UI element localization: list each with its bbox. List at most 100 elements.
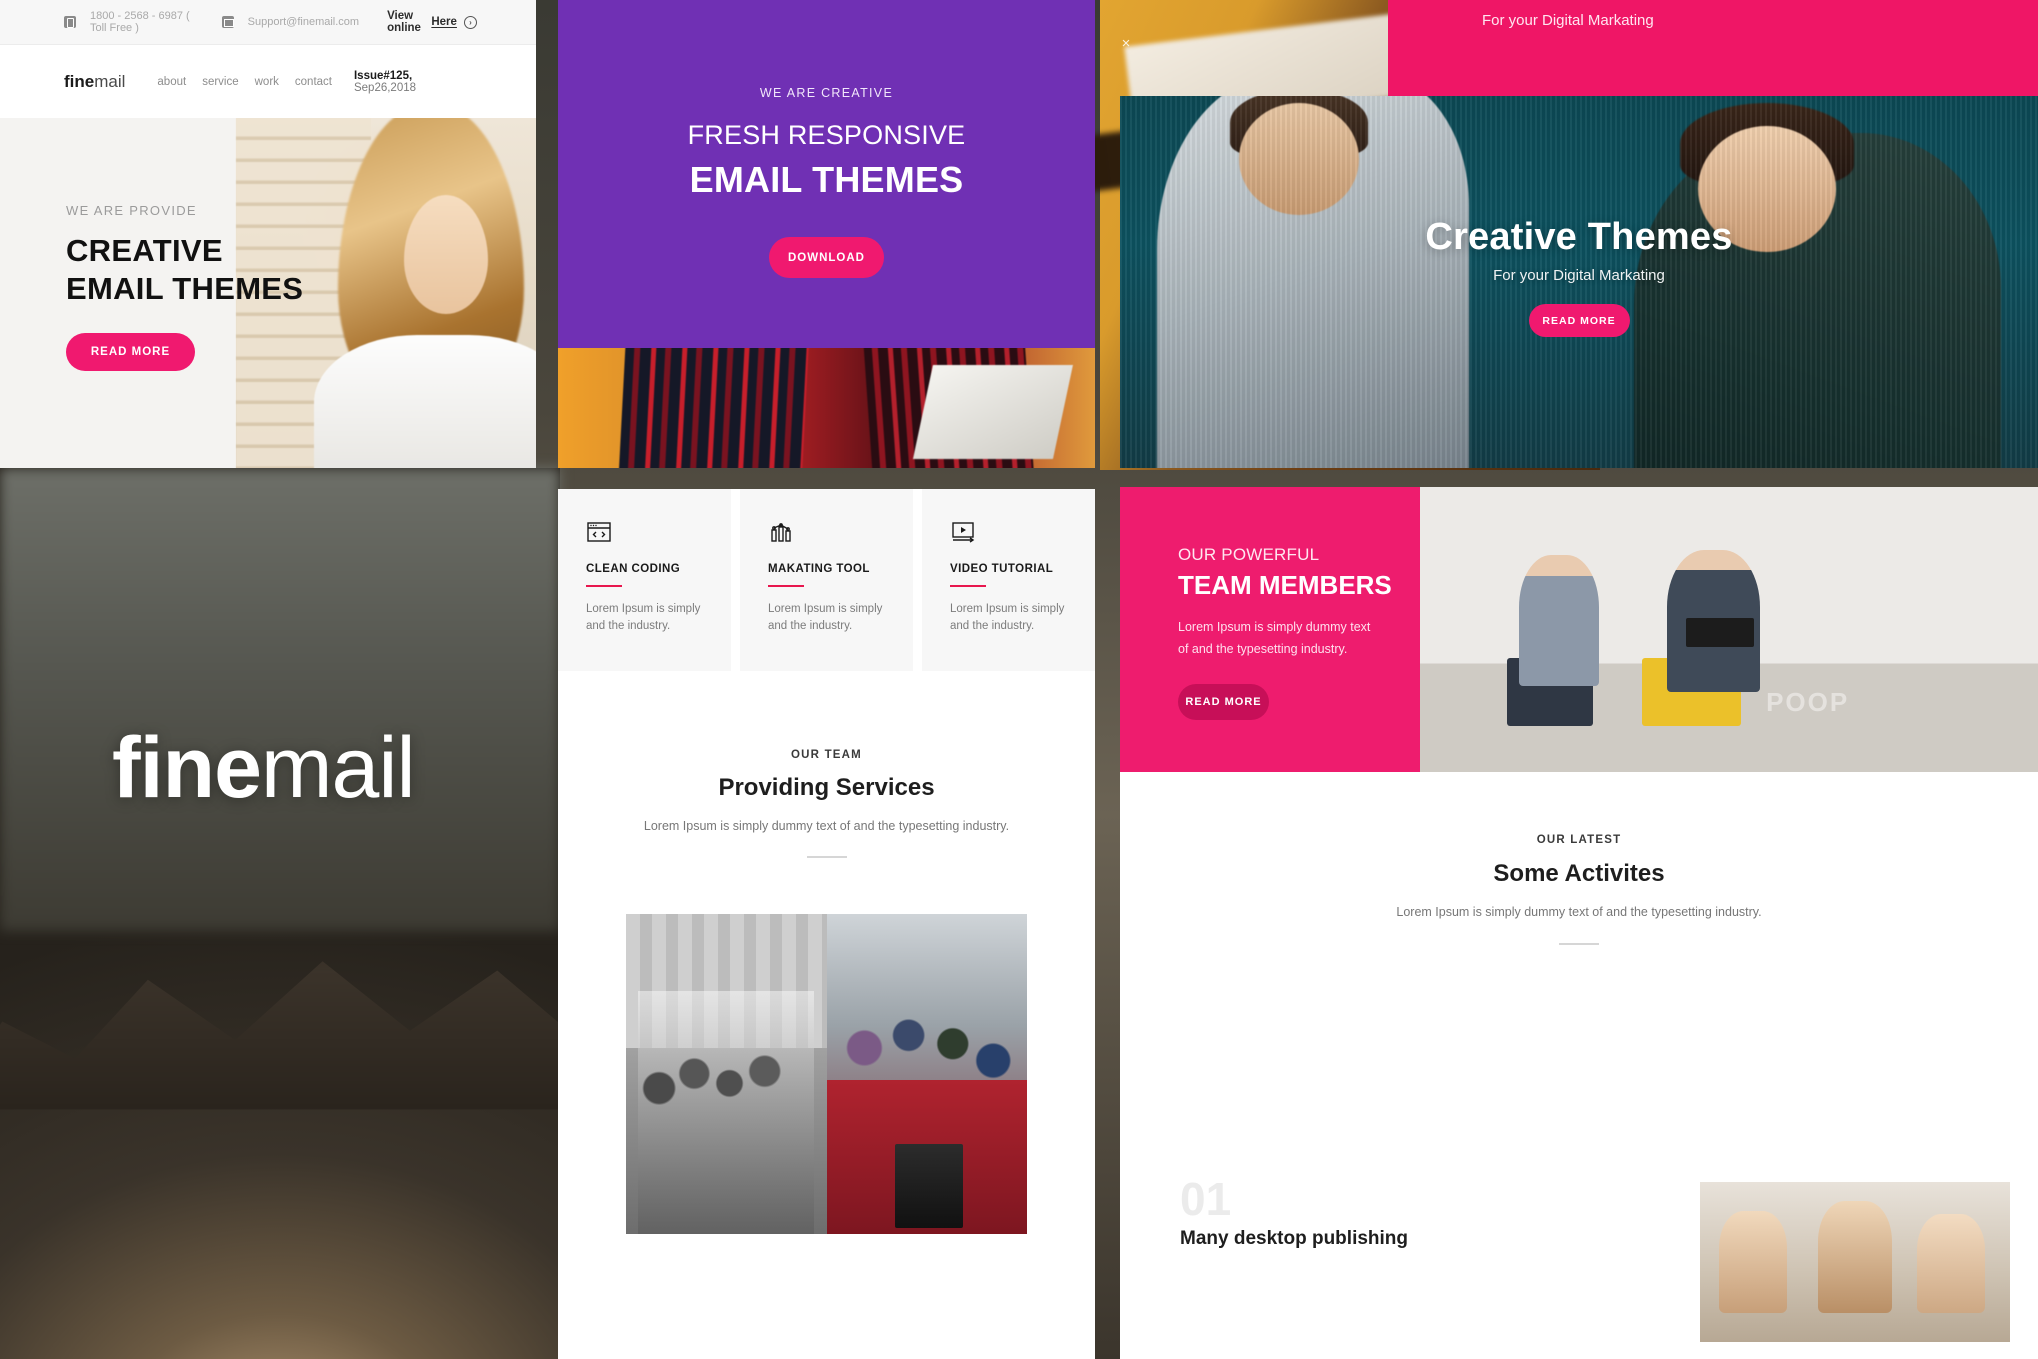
service-card-title: VIDEO TUTORIAL	[950, 563, 1054, 575]
logo-bold: fine	[64, 71, 95, 91]
team-group-photo	[626, 914, 1027, 1234]
read-more-button[interactable]: READ MORE	[66, 332, 195, 371]
preview1-topbar: 1800 - 2568 - 6987 ( Toll Free ) Support…	[0, 0, 536, 45]
team-kicker: OUR POWERFUL	[1178, 545, 1320, 564]
nav-link-contact[interactable]: contact	[295, 76, 332, 88]
activity-number: 01	[1180, 1173, 1232, 1225]
service-card-rule	[586, 585, 622, 587]
service-cards: CLEAN CODING Lorem Ipsum is simply and t…	[558, 489, 1095, 671]
activity-title: Many desktop publishing	[1180, 1228, 1409, 1249]
activities-kicker: OUR LATEST	[1536, 834, 1622, 846]
service-card-desc: Lorem Ipsum is simply and the industry.	[950, 603, 1065, 632]
photo-watermark: POOP	[1766, 686, 1850, 717]
video-play-icon	[950, 519, 976, 545]
bar-chart-icon	[768, 519, 794, 545]
issue-number: Issue#125,	[353, 69, 413, 82]
backdrop-brand-watermark: finemail	[112, 725, 416, 811]
hero-title-line2: EMAIL THEMES	[66, 270, 304, 306]
download-button[interactable]: DOWNLOAD	[769, 237, 884, 278]
photo-laptop	[913, 364, 1073, 459]
overlay-title: Themes	[1478, 0, 1693, 3]
preview2-hero: WE ARE CREATIVE FRESH RESPONSIVE EMAIL T…	[558, 0, 1095, 278]
team-heading: TEAM MEMBERS	[1178, 570, 1392, 600]
hero-title: CREATIVE EMAIL THEMES	[66, 232, 536, 308]
team-paragraph: Lorem Ipsum is simply dummy text of and …	[1178, 620, 1371, 656]
hero-title: Creative Themes	[1425, 216, 1733, 258]
section-kicker: OUR TEAM	[791, 749, 862, 761]
preview1-navbar: finemail about service work contact Issu…	[0, 45, 536, 118]
section-paragraph: Lorem Ipsum is simply dummy text of and …	[643, 819, 1010, 833]
issue-date: Sep26,2018	[353, 81, 417, 94]
preview1-nav-links: about service work contact	[157, 76, 332, 88]
view-online-here[interactable]: Here	[431, 16, 457, 28]
issue-label: Issue#125, Sep26,2018	[354, 70, 472, 94]
overlay-subtitle: For your Digital Markating	[1482, 12, 1654, 29]
hero-copy: WE ARE PROVIDE CREATIVE EMAIL THEMES REA…	[0, 118, 536, 371]
logo-finemail[interactable]: finemail	[64, 72, 125, 92]
activities-header: OUR LATEST Some Activites Lorem Ipsum is…	[1120, 772, 2038, 945]
activities-heading: Some Activites	[1493, 860, 1665, 887]
topbar-phone-text: 1800 - 2568 - 6987 ( Toll Free )	[90, 10, 190, 34]
service-card[interactable]: MAKATING TOOL Lorem Ipsum is simply and …	[740, 489, 913, 671]
hero-title-line2: EMAIL THEMES	[689, 159, 964, 200]
thumb-person-2	[1817, 1201, 1893, 1314]
read-more-button[interactable]: READ MORE	[1178, 683, 1269, 720]
logo-light: mail	[94, 71, 126, 91]
service-card-rule	[950, 585, 986, 587]
hero-kicker: WE ARE CREATIVE	[759, 86, 894, 100]
thumb-person-3	[1917, 1214, 1986, 1314]
watermark-light: mail	[260, 720, 416, 816]
service-card-desc: Lorem Ipsum is simply and the industry.	[586, 603, 701, 632]
service-card[interactable]: CLEAN CODING Lorem Ipsum is simply and t…	[558, 489, 731, 671]
close-icon[interactable]: ×	[1118, 36, 1134, 52]
service-card-title: MAKATING TOOL	[768, 563, 870, 575]
hero-title-line1: CREATIVE	[66, 233, 223, 268]
service-card-title: CLEAN CODING	[586, 563, 681, 575]
email-preview-left: 1800 - 2568 - 6987 ( Toll Free ) Support…	[0, 0, 536, 468]
read-more-button[interactable]: READ MORE	[1528, 304, 1630, 337]
code-window-icon	[586, 519, 612, 545]
topbar-email-text: Support@finemail.com	[247, 16, 360, 28]
providing-services-section: OUR TEAM Providing Services Lorem Ipsum …	[558, 671, 1095, 858]
email-preview-activities: OUR LATEST Some Activites Lorem Ipsum is…	[1120, 772, 2038, 1359]
section-divider	[806, 856, 847, 858]
team-photo-bw-half	[626, 914, 827, 1234]
mail-icon	[221, 16, 234, 28]
activity-list-item[interactable]: 01 Many desktop publishing	[1180, 1176, 1600, 1250]
preview1-hero: WE ARE PROVIDE CREATIVE EMAIL THEMES REA…	[0, 118, 536, 468]
photo-person-standing	[1518, 555, 1600, 687]
email-preview-center-services: CLEAN CODING Lorem Ipsum is simply and t…	[558, 489, 1095, 1359]
service-card[interactable]: VIDEO TUTORIAL Lorem Ipsum is simply and…	[922, 489, 1095, 671]
hero-subtitle: For your Digital Markating	[1493, 267, 1665, 284]
activities-divider	[1559, 942, 1599, 945]
nav-link-work[interactable]: work	[255, 76, 279, 88]
nav-link-about[interactable]: about	[157, 76, 186, 88]
team-pink-block: OUR POWERFUL TEAM MEMBERS Lorem Ipsum is…	[1120, 487, 1420, 772]
team-photo-laptop	[894, 1144, 963, 1228]
service-card-desc: Lorem Ipsum is simply and the industry.	[768, 603, 883, 632]
watermark-bold: fine	[112, 720, 262, 816]
photo-plaid-shirt-left	[617, 348, 810, 468]
screenshot-stage: finemail 1800 - 2568 - 6987 ( Toll Free …	[0, 0, 2038, 1359]
backdrop-mountain-photo	[0, 468, 560, 1359]
activity-thumbnail-photo	[1700, 1182, 2010, 1342]
preview3-hero-copy: Creative Themes For your Digital Markati…	[1120, 216, 2038, 337]
activities-paragraph: Lorem Ipsum is simply dummy text of and …	[1396, 905, 1762, 919]
email-preview-right-teal: Creative Themes For your Digital Markati…	[1120, 96, 2038, 468]
chevron-right-circle-icon: ›	[463, 15, 477, 29]
team-photo-office: POOP	[1420, 487, 2038, 772]
view-online-label: View online	[387, 10, 421, 34]
hero-kicker: WE ARE PROVIDE	[66, 203, 197, 218]
hero-title-line1: FRESH RESPONSIVE	[687, 120, 966, 150]
service-card-rule	[768, 585, 804, 587]
email-preview-team-members: OUR POWERFUL TEAM MEMBERS Lorem Ipsum is…	[1120, 487, 2038, 772]
preview2-photo-strip	[558, 348, 1095, 468]
nav-link-service[interactable]: service	[202, 76, 238, 88]
pink-overlay-banner: Themes For your Digital Markating	[1388, 0, 2038, 96]
team-photo-color-half	[826, 914, 1027, 1234]
thumb-person-1	[1718, 1210, 1787, 1314]
view-online-link[interactable]: View online Here ›	[387, 10, 477, 34]
photo-laptop	[1685, 618, 1754, 647]
section-heading: Providing Services	[718, 774, 935, 801]
phone-icon	[64, 16, 76, 28]
